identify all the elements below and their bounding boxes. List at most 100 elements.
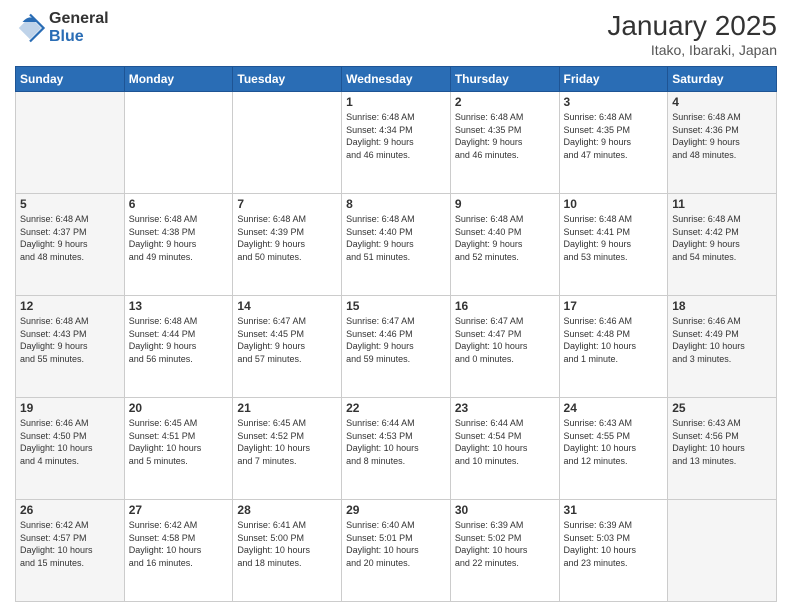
day-info: Sunrise: 6:45 AM Sunset: 4:52 PM Dayligh… (237, 417, 337, 467)
day-info: Sunrise: 6:48 AM Sunset: 4:41 PM Dayligh… (564, 213, 664, 263)
day-info: Sunrise: 6:46 AM Sunset: 4:49 PM Dayligh… (672, 315, 772, 365)
weekday-header-sunday: Sunday (16, 67, 125, 92)
calendar-cell: 30 Sunrise: 6:39 AM Sunset: 5:02 PM Dayli… (450, 500, 559, 602)
day-number: 2 (455, 95, 555, 109)
calendar-cell: 28Sunrise: 6:41 AM Sunset: 5:00 PM Dayli… (233, 500, 342, 602)
calendar-cell: 25 Sunrise: 6:43 AM Sunset: 4:56 PM Dayli… (668, 398, 777, 500)
weekday-header-thursday: Thursday (450, 67, 559, 92)
calendar-cell: 10 Sunrise: 6:48 AM Sunset: 4:41 PM Dayli… (559, 194, 668, 296)
day-info: Sunrise: 6:40 AM Sunset: 5:01 PM Dayligh… (346, 519, 446, 569)
calendar-cell (16, 92, 125, 194)
calendar-cell: 22 Sunrise: 6:44 AM Sunset: 4:53 PM Dayli… (342, 398, 451, 500)
calendar-cell: 21 Sunrise: 6:45 AM Sunset: 4:52 PM Dayli… (233, 398, 342, 500)
calendar-cell: 23 Sunrise: 6:44 AM Sunset: 4:54 PM Dayli… (450, 398, 559, 500)
day-number: 22 (346, 401, 446, 415)
weekday-header-saturday: Saturday (668, 67, 777, 92)
week-row-4: 26 Sunrise: 6:42 AM Sunset: 4:57 PM Dayli… (16, 500, 777, 602)
day-info: Sunrise: 6:47 AM Sunset: 4:47 PM Dayligh… (455, 315, 555, 365)
week-row-0: 1 Sunrise: 6:48 AM Sunset: 4:34 PM Daylig… (16, 92, 777, 194)
calendar-cell: 13 Sunrise: 6:48 AM Sunset: 4:44 PM Dayli… (124, 296, 233, 398)
calendar-cell: 9 Sunrise: 6:48 AM Sunset: 4:40 PM Daylig… (450, 194, 559, 296)
day-number: 19 (20, 401, 120, 415)
day-number: 17 (564, 299, 664, 313)
day-number: 12 (20, 299, 120, 313)
week-row-1: 5 Sunrise: 6:48 AM Sunset: 4:37 PM Daylig… (16, 194, 777, 296)
calendar-cell: 31 Sunrise: 6:39 AM Sunset: 5:03 PM Dayli… (559, 500, 668, 602)
day-info: Sunrise: 6:48 AM Sunset: 4:37 PM Dayligh… (20, 213, 120, 263)
weekday-header-wednesday: Wednesday (342, 67, 451, 92)
day-number: 24 (564, 401, 664, 415)
weekday-row: SundayMondayTuesdayWednesdayThursdayFrid… (16, 67, 777, 92)
day-number: 26 (20, 503, 120, 517)
calendar-cell: 6Sunrise: 6:48 AM Sunset: 4:38 PM Daylig… (124, 194, 233, 296)
calendar-cell: 14 Sunrise: 6:47 AM Sunset: 4:45 PM Dayli… (233, 296, 342, 398)
calendar-cell: 19 Sunrise: 6:46 AM Sunset: 4:50 PM Dayli… (16, 398, 125, 500)
calendar-cell: 11Sunrise: 6:48 AM Sunset: 4:42 PM Dayli… (668, 194, 777, 296)
logo-blue-text: Blue (49, 28, 109, 46)
calendar-cell: 27Sunrise: 6:42 AM Sunset: 4:58 PM Dayli… (124, 500, 233, 602)
calendar-cell: 1 Sunrise: 6:48 AM Sunset: 4:34 PM Daylig… (342, 92, 451, 194)
day-info: Sunrise: 6:48 AM Sunset: 4:44 PM Dayligh… (129, 315, 229, 365)
calendar-cell: 2Sunrise: 6:48 AM Sunset: 4:35 PM Daylig… (450, 92, 559, 194)
day-number: 31 (564, 503, 664, 517)
calendar-table: SundayMondayTuesdayWednesdayThursdayFrid… (15, 66, 777, 602)
day-info: Sunrise: 6:44 AM Sunset: 4:53 PM Dayligh… (346, 417, 446, 467)
day-number: 20 (129, 401, 229, 415)
day-info: Sunrise: 6:41 AM Sunset: 5:00 PM Dayligh… (237, 519, 337, 569)
day-info: Sunrise: 6:46 AM Sunset: 4:50 PM Dayligh… (20, 417, 120, 467)
day-number: 8 (346, 197, 446, 211)
logo-icon (15, 13, 45, 43)
day-info: Sunrise: 6:47 AM Sunset: 4:45 PM Dayligh… (237, 315, 337, 365)
week-row-3: 19 Sunrise: 6:46 AM Sunset: 4:50 PM Dayli… (16, 398, 777, 500)
day-info: Sunrise: 6:48 AM Sunset: 4:43 PM Dayligh… (20, 315, 120, 365)
calendar-cell: 26 Sunrise: 6:42 AM Sunset: 4:57 PM Dayli… (16, 500, 125, 602)
day-info: Sunrise: 6:43 AM Sunset: 4:55 PM Dayligh… (564, 417, 664, 467)
day-number: 9 (455, 197, 555, 211)
day-number: 16 (455, 299, 555, 313)
day-info: Sunrise: 6:48 AM Sunset: 4:39 PM Dayligh… (237, 213, 337, 263)
day-info: Sunrise: 6:44 AM Sunset: 4:54 PM Dayligh… (455, 417, 555, 467)
day-info: Sunrise: 6:39 AM Sunset: 5:02 PM Dayligh… (455, 519, 555, 569)
calendar-cell (124, 92, 233, 194)
day-number: 29 (346, 503, 446, 517)
day-number: 7 (237, 197, 337, 211)
calendar-cell: 16 Sunrise: 6:47 AM Sunset: 4:47 PM Dayli… (450, 296, 559, 398)
day-number: 13 (129, 299, 229, 313)
day-info: Sunrise: 6:48 AM Sunset: 4:40 PM Dayligh… (455, 213, 555, 263)
day-info: Sunrise: 6:45 AM Sunset: 4:51 PM Dayligh… (129, 417, 229, 467)
day-info: Sunrise: 6:42 AM Sunset: 4:57 PM Dayligh… (20, 519, 120, 569)
day-number: 18 (672, 299, 772, 313)
day-number: 10 (564, 197, 664, 211)
weekday-header-friday: Friday (559, 67, 668, 92)
calendar-cell (233, 92, 342, 194)
day-number: 5 (20, 197, 120, 211)
day-number: 4 (672, 95, 772, 109)
day-number: 6 (129, 197, 229, 211)
day-info: Sunrise: 6:46 AM Sunset: 4:48 PM Dayligh… (564, 315, 664, 365)
day-info: Sunrise: 6:39 AM Sunset: 5:03 PM Dayligh… (564, 519, 664, 569)
day-number: 14 (237, 299, 337, 313)
calendar-cell: 8 Sunrise: 6:48 AM Sunset: 4:40 PM Daylig… (342, 194, 451, 296)
calendar-cell: 12 Sunrise: 6:48 AM Sunset: 4:43 PM Dayli… (16, 296, 125, 398)
calendar-cell: 29 Sunrise: 6:40 AM Sunset: 5:01 PM Dayli… (342, 500, 451, 602)
calendar-cell: 17 Sunrise: 6:46 AM Sunset: 4:48 PM Dayli… (559, 296, 668, 398)
day-number: 23 (455, 401, 555, 415)
day-info: Sunrise: 6:48 AM Sunset: 4:40 PM Dayligh… (346, 213, 446, 263)
day-number: 1 (346, 95, 446, 109)
calendar-cell: 4Sunrise: 6:48 AM Sunset: 4:36 PM Daylig… (668, 92, 777, 194)
day-info: Sunrise: 6:43 AM Sunset: 4:56 PM Dayligh… (672, 417, 772, 467)
location: Itako, Ibaraki, Japan (607, 42, 777, 58)
day-number: 3 (564, 95, 664, 109)
day-number: 30 (455, 503, 555, 517)
day-number: 25 (672, 401, 772, 415)
day-info: Sunrise: 6:48 AM Sunset: 4:35 PM Dayligh… (564, 111, 664, 161)
day-number: 15 (346, 299, 446, 313)
calendar-cell: 5 Sunrise: 6:48 AM Sunset: 4:37 PM Daylig… (16, 194, 125, 296)
calendar-body: 1 Sunrise: 6:48 AM Sunset: 4:34 PM Daylig… (16, 92, 777, 602)
day-info: Sunrise: 6:48 AM Sunset: 4:34 PM Dayligh… (346, 111, 446, 161)
calendar-cell: 15Sunrise: 6:47 AM Sunset: 4:46 PM Dayli… (342, 296, 451, 398)
calendar-cell: 20 Sunrise: 6:45 AM Sunset: 4:51 PM Dayli… (124, 398, 233, 500)
week-row-2: 12 Sunrise: 6:48 AM Sunset: 4:43 PM Dayli… (16, 296, 777, 398)
day-number: 21 (237, 401, 337, 415)
day-number: 27 (129, 503, 229, 517)
